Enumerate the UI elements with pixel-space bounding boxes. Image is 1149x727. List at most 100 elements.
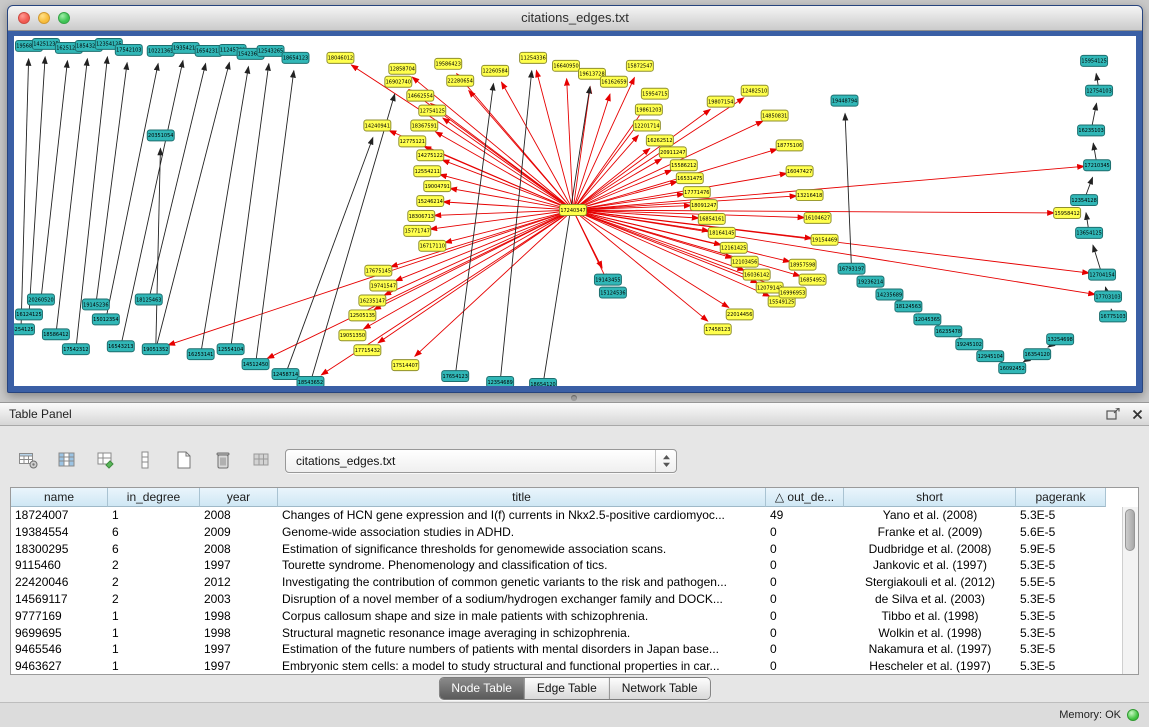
tab-edge-table[interactable]: Edge Table: [525, 678, 610, 699]
graph-node[interactable]: 19143455: [594, 274, 621, 285]
row-height-icon[interactable]: [131, 447, 159, 473]
graph-node[interactable]: 17210345: [1084, 160, 1111, 171]
graph-node[interactable]: 16717110: [419, 240, 446, 251]
graph-node[interactable]: 16104627: [804, 212, 831, 223]
table-row[interactable]: 946554611997Estimation of the future num…: [11, 641, 1138, 658]
graph-node[interactable]: 15586212: [670, 160, 697, 171]
graph-node[interactable]: 16542312: [195, 45, 222, 56]
graph-node[interactable]: 13254698: [1047, 334, 1074, 345]
graph-node[interactable]: 12458714: [272, 369, 299, 380]
table-row[interactable]: 911546021997Tourette syndrome. Phenomeno…: [11, 557, 1138, 574]
column-header-4[interactable]: △ out_de...: [766, 488, 844, 507]
table-row[interactable]: 969969511998Structural magnetic resonanc…: [11, 625, 1138, 642]
network-canvas[interactable]: 1724034718046012128587041958642322280654…: [14, 36, 1136, 386]
graph-node[interactable]: 22280654: [447, 75, 474, 86]
graph-node[interactable]: 18125463: [135, 294, 162, 305]
graph-node[interactable]: 19051352: [142, 344, 169, 355]
graph-node[interactable]: 19145236: [82, 299, 109, 310]
graph-node[interactable]: 15872547: [626, 60, 653, 71]
table-scrollbar[interactable]: [1122, 507, 1138, 674]
graph-node[interactable]: 12775121: [399, 136, 426, 147]
float-panel-icon[interactable]: [1101, 405, 1125, 423]
table-edit-icon[interactable]: [92, 447, 120, 473]
table-row[interactable]: 977716911998Corpus callosum shape and si…: [11, 608, 1138, 625]
graph-node[interactable]: 12045365: [914, 314, 941, 325]
graph-node[interactable]: 14275122: [417, 150, 444, 161]
graph-node[interactable]: 14512450: [242, 359, 269, 370]
column-header-0[interactable]: name: [11, 488, 108, 507]
tab-network-table[interactable]: Network Table: [610, 678, 710, 699]
graph-node[interactable]: 17542312: [62, 344, 89, 355]
graph-node[interactable]: 18124563: [895, 301, 922, 312]
column-header-6[interactable]: pagerank: [1016, 488, 1106, 507]
table-row[interactable]: 946362711997Embryonic stem cells: a mode…: [11, 658, 1138, 675]
table-settings-icon[interactable]: [14, 447, 42, 473]
graph-node[interactable]: 12161425: [720, 242, 747, 253]
delete-table-icon[interactable]: [209, 447, 237, 473]
graph-node[interactable]: 16531475: [676, 173, 703, 184]
graph-node[interactable]: 18367591: [411, 120, 438, 131]
graph-node[interactable]: 18306713: [408, 211, 435, 222]
column-header-1[interactable]: in_degree: [108, 488, 200, 507]
graph-node[interactable]: 18654123: [282, 52, 309, 63]
graph-node[interactable]: 12354689: [487, 377, 514, 386]
minimize-window-button[interactable]: [38, 12, 50, 24]
graph-node[interactable]: 12505135: [349, 310, 376, 321]
panel-splitter[interactable]: [0, 393, 1149, 402]
graph-node[interactable]: 15124536: [599, 287, 626, 298]
graph-node[interactable]: 19448794: [831, 95, 858, 106]
graph-node[interactable]: 13254125: [14, 324, 34, 335]
graph-node[interactable]: 16235147: [359, 295, 386, 306]
column-header-5[interactable]: short: [844, 488, 1016, 507]
column-visibility-icon[interactable]: [53, 447, 81, 473]
new-table-icon[interactable]: [170, 447, 198, 473]
graph-node[interactable]: 18654120: [530, 379, 557, 386]
graph-node[interactable]: 12704154: [1089, 269, 1116, 280]
graph-node[interactable]: 18586412: [42, 329, 69, 340]
graph-node[interactable]: 18957598: [789, 259, 816, 270]
graph-node[interactable]: 19236214: [857, 276, 884, 287]
graph-node[interactable]: 17458123: [704, 324, 731, 335]
graph-node[interactable]: 16162659: [600, 76, 627, 87]
graph-node[interactable]: 12201714: [633, 120, 660, 131]
graph-node[interactable]: 16854161: [698, 213, 725, 224]
graph-node[interactable]: 17654123: [442, 371, 469, 382]
graph-node[interactable]: 17675145: [365, 265, 392, 276]
graph-node[interactable]: 16793197: [838, 263, 865, 274]
graph-node[interactable]: 12754125: [419, 105, 446, 116]
table-row[interactable]: 1456911722003Disruption of a novel membe…: [11, 591, 1138, 608]
table-source-dropdown[interactable]: citations_edges.txt: [285, 449, 677, 473]
graph-node[interactable]: 17771476: [683, 187, 710, 198]
table-row[interactable]: 1872400712008Changes of HCN gene express…: [11, 507, 1138, 524]
close-panel-icon[interactable]: [1125, 405, 1149, 423]
graph-node[interactable]: 12945104: [977, 351, 1004, 362]
graph-node[interactable]: 16640950: [553, 60, 580, 71]
graph-node[interactable]: 19586423: [435, 58, 462, 69]
graph-node[interactable]: 12260584: [482, 65, 509, 76]
graph-node[interactable]: 16047427: [786, 166, 813, 177]
graph-node[interactable]: 15246214: [417, 196, 444, 207]
table-row[interactable]: 2242004622012Investigating the contribut…: [11, 574, 1138, 591]
graph-node[interactable]: 16253141: [187, 349, 214, 360]
table-row[interactable]: 1830029562008Estimation of significance …: [11, 541, 1138, 558]
graph-node[interactable]: 19741547: [370, 280, 397, 291]
table-row[interactable]: 1938455462009Genome-wide association stu…: [11, 524, 1138, 541]
graph-node[interactable]: 16235478: [935, 326, 962, 337]
graph-node[interactable]: 16354120: [1024, 349, 1051, 360]
graph-node[interactable]: 16262512: [646, 135, 673, 146]
graph-node[interactable]: 15954715: [641, 88, 668, 99]
graph-node[interactable]: 16902740: [385, 76, 412, 87]
graph-node[interactable]: 11254336: [520, 52, 547, 63]
graph-node[interactable]: 16543213: [107, 341, 134, 352]
graph-node[interactable]: 14850831: [761, 110, 788, 121]
graph-node[interactable]: 19051350: [339, 330, 366, 341]
graph-node[interactable]: 19154469: [811, 234, 838, 245]
graph-node[interactable]: 18775106: [776, 140, 803, 151]
graph-node[interactable]: 12858704: [389, 63, 416, 74]
graph-node[interactable]: 16036142: [743, 269, 770, 280]
import-table-icon[interactable]: [248, 447, 276, 473]
graph-node[interactable]: 10221365: [147, 45, 174, 56]
column-header-2[interactable]: year: [200, 488, 278, 507]
graph-node[interactable]: 18046012: [327, 52, 354, 63]
graph-node[interactable]: 18543652: [297, 377, 324, 386]
